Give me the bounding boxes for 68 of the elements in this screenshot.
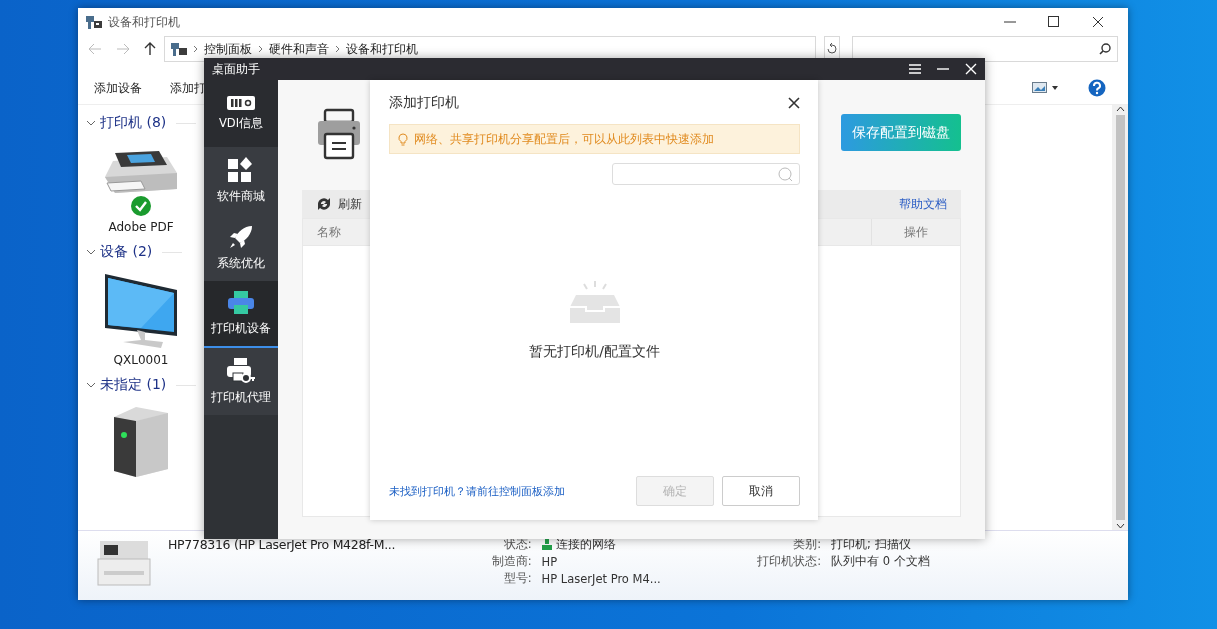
field-label: 类别: — [792, 537, 822, 552]
column-header: 操作 — [904, 224, 928, 240]
printer-icon — [228, 291, 254, 315]
printer-icon — [316, 108, 362, 160]
sidebar-item[interactable]: VDI信息 — [204, 80, 278, 147]
empty-message: 暂无打印机/配置文件 — [529, 342, 660, 361]
field-label: 型号: — [502, 571, 532, 586]
devices-icon — [171, 42, 187, 56]
search-field[interactable] — [612, 163, 800, 185]
device-name: HP778316 (HP LaserJet Pro M428f-M... — [168, 537, 396, 552]
device-name[interactable]: QXL0001 — [113, 353, 169, 367]
field-label: 状态: — [502, 537, 532, 552]
toolbar-button[interactable]: 添加设备 — [94, 79, 142, 97]
maximize-icon[interactable] — [1048, 16, 1060, 28]
breadcrumb-item[interactable]: 硬件和声音 — [269, 42, 329, 56]
group-header[interactable]: 打印机 (8) — [100, 114, 167, 132]
window-title: 设备和打印机 — [108, 13, 180, 31]
up-icon[interactable] — [144, 42, 156, 56]
device-name[interactable]: Adobe PDF — [108, 220, 174, 234]
scroll-down-icon[interactable] — [1115, 522, 1125, 530]
control-panel-link[interactable]: 未找到打印机？请前往控制面板添加 — [389, 483, 565, 499]
sidebar-item[interactable]: 系统优化 — [204, 214, 278, 281]
apps-icon — [228, 157, 254, 183]
printer-key-icon — [227, 358, 255, 384]
close-icon[interactable] — [788, 97, 800, 109]
help-icon[interactable] — [1088, 79, 1106, 97]
help-link[interactable]: 帮助文档 — [899, 196, 947, 212]
close-icon[interactable] — [1092, 16, 1104, 28]
refresh-icon — [316, 197, 332, 211]
chevron-icon[interactable] — [86, 380, 96, 390]
scrollbar-thumb[interactable] — [1115, 115, 1125, 520]
field-label: 打印机状态: — [757, 554, 822, 569]
group-header[interactable]: 设备 (2) — [100, 243, 153, 261]
field-value: 连接的网络 — [555, 537, 616, 552]
field-value: HP LaserJet Pro M4... — [541, 571, 661, 586]
menu-icon[interactable] — [909, 64, 921, 74]
devices-icon — [86, 15, 102, 29]
breadcrumb-item[interactable]: 控制面板 — [204, 42, 252, 56]
chevron-icon — [258, 45, 263, 53]
sidebar-item[interactable]: 打印机设备 — [204, 281, 278, 348]
rocket-icon — [228, 224, 254, 250]
notice-text: 网络、共享打印机分享配置后，可以从此列表中快速添加 — [414, 131, 714, 147]
chevron-icon — [335, 45, 340, 53]
field-value: 打印机; 扫描仪 — [831, 537, 911, 552]
window-title: 桌面助手 — [212, 60, 260, 78]
field-value: HP — [541, 554, 558, 569]
sidebar-item[interactable]: 软件商城 — [204, 147, 278, 214]
chevron-icon[interactable] — [86, 118, 96, 128]
field-label: 制造商: — [490, 554, 532, 569]
cancel-button[interactable]: 取消 — [722, 476, 800, 506]
dialog-title: 添加打印机 — [389, 94, 459, 112]
chevron-icon — [193, 45, 198, 53]
refresh-icon[interactable] — [825, 42, 839, 56]
battery-icon — [227, 96, 255, 110]
group-header[interactable]: 未指定 (1) — [100, 376, 167, 394]
breadcrumb-item[interactable]: 设备和打印机 — [346, 42, 418, 56]
field-value: 队列中有 0 个文档 — [831, 554, 930, 569]
column-header: 名称 — [317, 224, 341, 240]
view-icon[interactable] — [1032, 82, 1060, 94]
network-icon — [541, 539, 552, 550]
toolbar-button[interactable]: 添加打 — [170, 79, 206, 97]
empty-tray-icon — [567, 280, 622, 325]
sidebar-item[interactable]: 打印机代理 — [204, 348, 278, 415]
search-icon[interactable] — [1099, 43, 1111, 55]
refresh-button[interactable]: 刷新 — [316, 196, 362, 212]
chevron-icon[interactable] — [86, 247, 96, 257]
scroll-up-icon[interactable] — [1115, 105, 1125, 113]
lightbulb-icon — [398, 132, 408, 146]
